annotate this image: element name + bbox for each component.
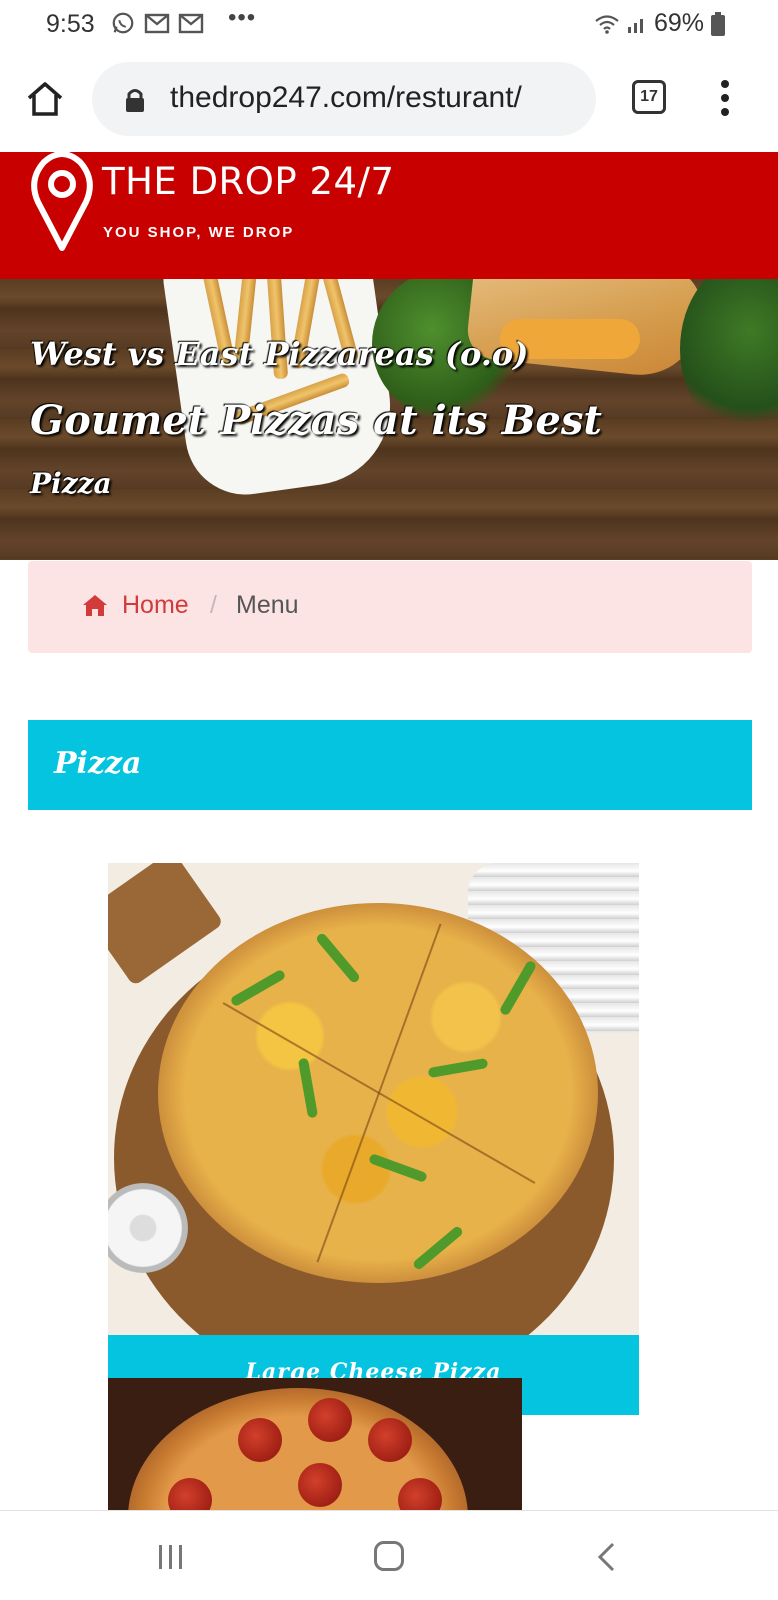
url-text[interactable]: thedrop247.com/resturant/ (170, 81, 522, 115)
product-card[interactable] (108, 1378, 522, 1510)
system-nav-bar (0, 1510, 778, 1600)
signal-icon (627, 18, 643, 33)
breadcrumb-separator: / (210, 591, 217, 619)
product-card[interactable]: Large Cheese Pizza (108, 863, 639, 1415)
status-right: 69% (594, 9, 726, 38)
battery-icon (711, 11, 725, 36)
pepperoni-topping (298, 1463, 342, 1507)
home-button-icon[interactable] (374, 1541, 404, 1571)
greens-image (680, 279, 778, 439)
back-icon[interactable] (594, 1541, 618, 1573)
notification-icons (110, 11, 204, 35)
product-image[interactable] (108, 863, 639, 1335)
category-title[interactable]: Pizza (54, 746, 141, 781)
home-icon[interactable] (82, 593, 108, 617)
status-time: 9:53 (46, 10, 95, 38)
battery-percent: 69% (653, 9, 704, 37)
wifi-icon (595, 14, 619, 34)
recent-apps-icon[interactable] (156, 1543, 186, 1571)
hero-category: Pizza (30, 467, 112, 500)
lock-icon[interactable] (124, 87, 146, 113)
breadcrumb-home-link[interactable]: Home (122, 591, 189, 620)
status-bar: 9:53 ••• 69% (0, 0, 778, 50)
whatsapp-icon (112, 12, 134, 34)
pepperoni-topping (308, 1398, 352, 1442)
gmail-icon (178, 13, 204, 34)
brand-tagline: YOU SHOP, WE DROP (103, 224, 295, 241)
pepperoni-topping (238, 1418, 282, 1462)
pepperoni-topping (368, 1418, 412, 1462)
home-icon[interactable] (24, 78, 66, 120)
address-bar[interactable]: thedrop247.com/resturant/ (92, 62, 596, 136)
overflow-menu-icon[interactable] (712, 76, 738, 120)
cutting-board-handle (108, 863, 224, 987)
hero-subtitle: West vs East Pizzareas (o.o) (30, 335, 529, 373)
breadcrumb: Home / Menu (28, 561, 752, 653)
category-header[interactable]: Pizza (28, 720, 752, 810)
site-header: THE DROP 24/7 YOU SHOP, WE DROP (0, 150, 778, 279)
browser-toolbar: thedrop247.com/resturant/ 17 (0, 50, 778, 150)
brand-title[interactable]: THE DROP 24/7 (102, 160, 395, 203)
tabs-button[interactable]: 17 (632, 80, 666, 114)
hero-banner: West vs East Pizzareas (o.o) Goumet Pizz… (0, 279, 778, 560)
more-notifications-icon: ••• (228, 4, 257, 31)
location-pin-icon[interactable] (30, 150, 94, 252)
breadcrumb-current: Menu (236, 591, 299, 619)
hero-title: Goumet Pizzas at its Best (30, 397, 602, 444)
gmail-icon (144, 13, 170, 34)
